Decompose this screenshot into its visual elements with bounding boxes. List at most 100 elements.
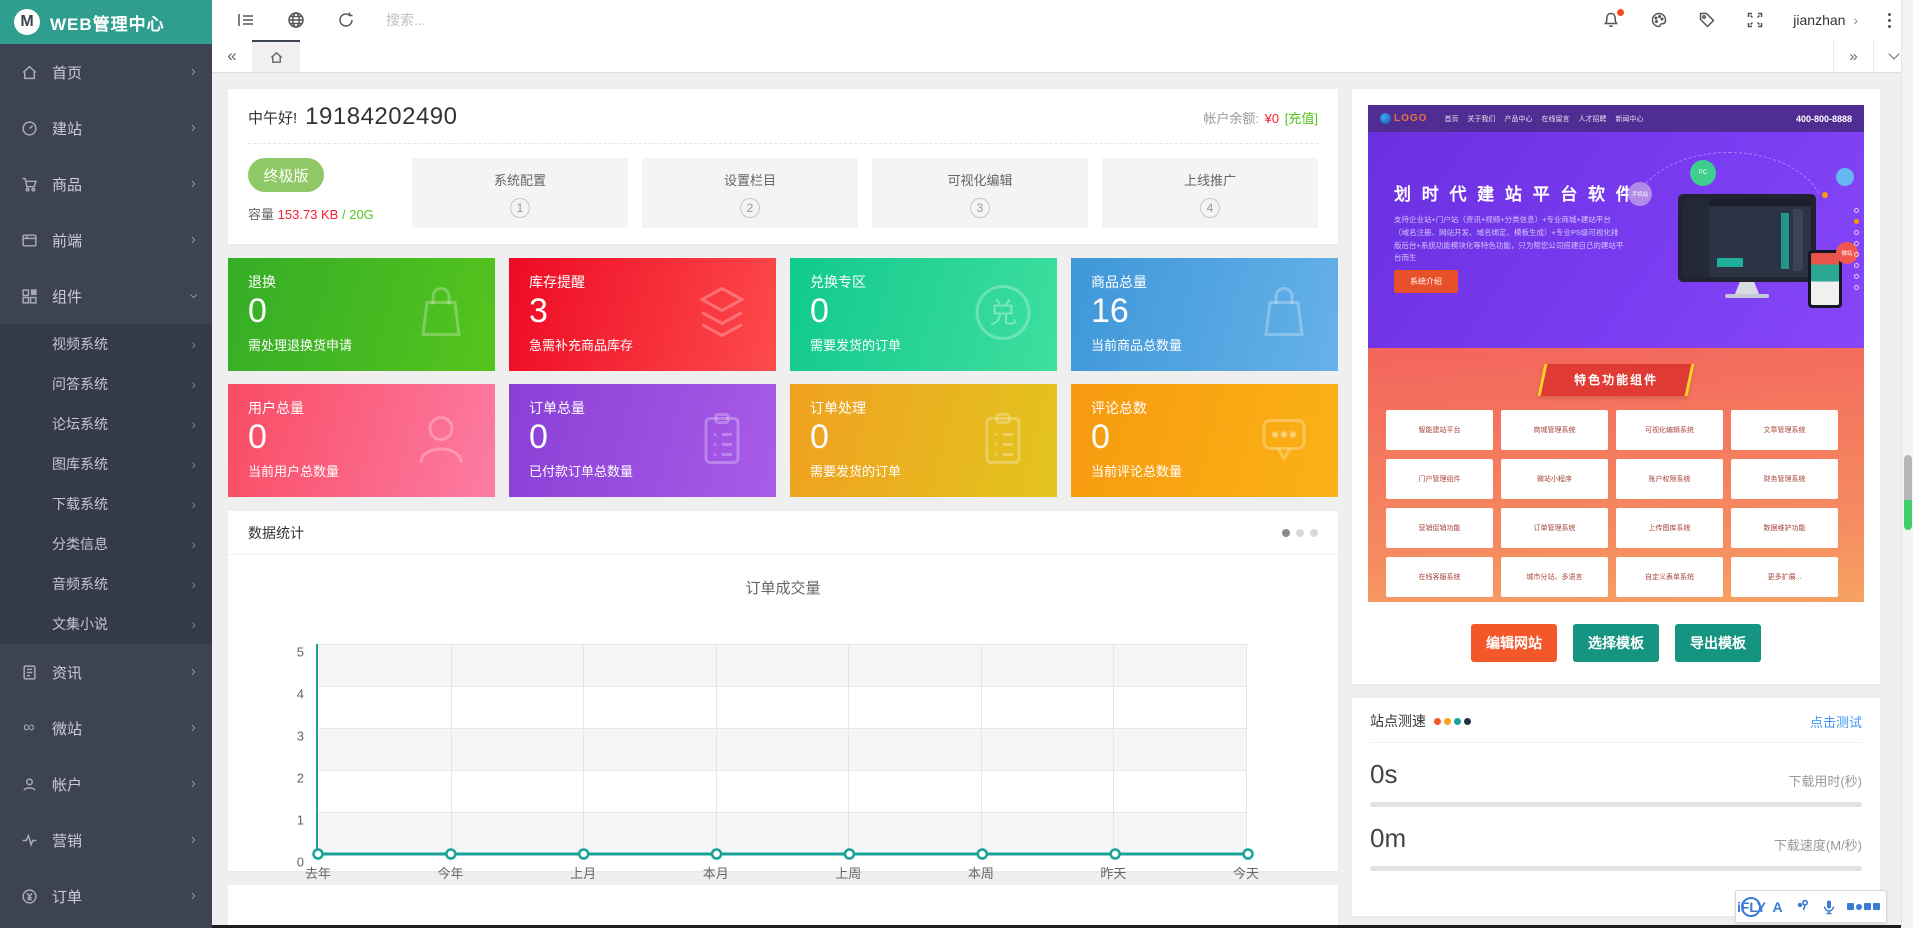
sidebar-item-orders[interactable]: 订单 › [0, 868, 212, 924]
account-balance: 帐户余额: ¥0 [充值] [1203, 108, 1318, 127]
sidebar-subitem-forum[interactable]: 论坛系统› [0, 404, 212, 444]
carousel-dot[interactable] [1282, 529, 1290, 537]
plan-badge: 终极版 [248, 158, 324, 192]
tab-home[interactable] [252, 40, 300, 72]
chevron-right-icon: › [191, 376, 196, 392]
tabs-scroll-right-button[interactable]: » [1833, 40, 1873, 72]
feature-box: 门户管理组件 [1386, 459, 1493, 499]
stat-card-product-total[interactable]: 商品总量 16 当前商品总数量 [1071, 258, 1338, 371]
sidebar-subitem-novel[interactable]: 文集小说› [0, 604, 212, 644]
globe-icon[interactable] [286, 10, 306, 30]
sidebar-item-label: 首页 [52, 62, 82, 83]
sidebar-item-label: 商品 [52, 174, 82, 195]
step-visual-edit[interactable]: 可视化编辑 3 [872, 158, 1088, 228]
sidebar-item-products[interactable]: 商品 › [0, 156, 212, 212]
sidebar-item-home[interactable]: 首页 › [0, 44, 212, 100]
sidebar-item-label: 资讯 [52, 662, 82, 683]
feature-box: 智能建站平台 [1386, 410, 1493, 450]
topbar: jianzhan › [212, 0, 1913, 40]
sidebar-item-components[interactable]: 组件 › [0, 268, 212, 324]
carousel-dot[interactable] [1296, 529, 1304, 537]
stat-card-order-processing[interactable]: 订单处理 0 需要发货的订单 [790, 384, 1057, 497]
chevron-right-icon: › [1853, 12, 1858, 28]
sidebar-subitem-video[interactable]: 视频系统› [0, 324, 212, 364]
refresh-icon[interactable] [336, 10, 356, 30]
punctuation-icon[interactable] [1794, 899, 1810, 915]
site-template-preview: LOGO 首页 关于我们 产品中心 在线留言 人才招聘 新闻中心 400-800… [1368, 105, 1864, 602]
exchange-icon: 兑 [971, 280, 1035, 349]
feature-box: 在线客服系统 [1386, 557, 1493, 597]
chevron-right-icon: › [191, 119, 196, 137]
shopping-bag-icon [409, 280, 473, 349]
stat-card-stock-alert[interactable]: 库存提醒 3 急需补充商品库存 [509, 258, 776, 371]
frontend-icon [20, 231, 38, 249]
palette-icon[interactable] [1649, 10, 1669, 30]
main-area: jianzhan › « » 中午好! 19184202490 帐户余额: [212, 0, 1913, 928]
ifly-logo-icon[interactable]: iFLY [1741, 897, 1761, 917]
chevron-right-icon: › [191, 63, 196, 81]
sidebar-item-news[interactable]: 资讯 › [0, 644, 212, 700]
sidebar-item-label: 前端 [52, 230, 82, 251]
sidebar-item-micro-site[interactable]: ∞ 微站 › [0, 700, 212, 756]
user-menu[interactable]: jianzhan › [1793, 12, 1858, 28]
sidebar-subitem-audio[interactable]: 音频系统› [0, 564, 212, 604]
chevron-right-icon: › [191, 831, 196, 849]
micro-site-icon: ∞ [20, 719, 38, 737]
more-menu-icon[interactable] [1886, 11, 1893, 30]
stat-card-returns[interactable]: 退换 0 需处理退换货申请 [228, 258, 495, 371]
feature-box: 上传图库系统 [1616, 508, 1723, 548]
scrollbar-thumb[interactable] [1904, 455, 1912, 530]
carousel-dots [1282, 529, 1318, 537]
sidebar-item-account[interactable]: 帐户 › [0, 756, 212, 812]
feature-box: 自定义表单系统 [1616, 557, 1723, 597]
font-mode-icon[interactable]: A [1772, 899, 1782, 915]
cart-icon [20, 175, 38, 193]
ime-menu-icon[interactable] [1847, 903, 1880, 910]
search-input[interactable] [386, 12, 606, 28]
sidebar-item-site-builder[interactable]: 建站 › [0, 100, 212, 156]
clipboard-icon [971, 406, 1035, 475]
chevron-right-icon: › [191, 231, 196, 249]
home-tab-icon [269, 50, 284, 65]
microphone-icon[interactable] [1821, 899, 1837, 915]
choose-template-button[interactable]: 选择模板 [1573, 624, 1659, 662]
preview-hero-title: 划 时 代 建 站 平 台 软 件 [1394, 180, 1636, 205]
components-submenu: 视频系统› 问答系统› 论坛系统› 图库系统› 下载系统› 分类信息› 音频系统… [0, 324, 212, 644]
recharge-link[interactable]: [充值] [1285, 111, 1318, 126]
bell-icon[interactable] [1601, 10, 1621, 30]
sidebar-subitem-qa[interactable]: 问答系统› [0, 364, 212, 404]
preview-navbar: LOGO 首页 关于我们 产品中心 在线留言 人才招聘 新闻中心 400-800… [1368, 105, 1864, 132]
stat-card-comment-total[interactable]: 评论总数 0 当前评论总数量 [1071, 384, 1338, 497]
collapse-sidebar-icon[interactable] [236, 10, 256, 30]
stat-card-user-total[interactable]: 用户总量 0 当前用户总数量 [228, 384, 495, 497]
export-template-button[interactable]: 导出模板 [1675, 624, 1761, 662]
chevron-right-icon: › [191, 576, 196, 592]
edit-site-button[interactable]: 编辑网站 [1471, 624, 1557, 662]
run-speed-test-link[interactable]: 点击测试 [1810, 712, 1862, 731]
download-speed-value: 0m [1370, 823, 1406, 854]
carousel-dot[interactable] [1310, 529, 1318, 537]
stat-card-exchange-zone[interactable]: 兑换专区 0 需要发货的订单 兑 [790, 258, 1057, 371]
tabs-scroll-left-button[interactable]: « [212, 40, 252, 72]
sidebar-subitem-classified[interactable]: 分类信息› [0, 524, 212, 564]
topbar-right: jianzhan › [1601, 10, 1893, 30]
sidebar-subitem-download[interactable]: 下载系统› [0, 484, 212, 524]
user-icon [409, 406, 473, 475]
step-set-columns[interactable]: 设置栏目 2 [642, 158, 858, 228]
tag-icon[interactable] [1697, 10, 1717, 30]
shopping-bag-icon [1252, 280, 1316, 349]
sidebar-subitem-gallery[interactable]: 图库系统› [0, 444, 212, 484]
step-system-config[interactable]: 系统配置 1 [412, 158, 628, 228]
sidebar-item-frontend[interactable]: 前端 › [0, 212, 212, 268]
content: 中午好! 19184202490 帐户余额: ¥0 [充值] 终极版 容量 15… [212, 74, 1913, 928]
fullscreen-icon[interactable] [1745, 10, 1765, 30]
sidebar-item-marketing[interactable]: 营销 › [0, 812, 212, 868]
scrollbar[interactable] [1901, 0, 1913, 928]
sidebar-item-label: 帐户 [52, 774, 82, 795]
divider [248, 143, 1318, 144]
layers-icon [690, 280, 754, 349]
preview-hero-description: 支持企业站+门户站（资讯+视频+分类信息）+专业商城+建站平台（域名注册、网站开… [1394, 214, 1624, 265]
step-go-live[interactable]: 上线推广 4 [1102, 158, 1318, 228]
stat-card-order-total[interactable]: 订单总量 0 已付款订单总数量 [509, 384, 776, 497]
feature-box: 账户权限系统 [1616, 459, 1723, 499]
